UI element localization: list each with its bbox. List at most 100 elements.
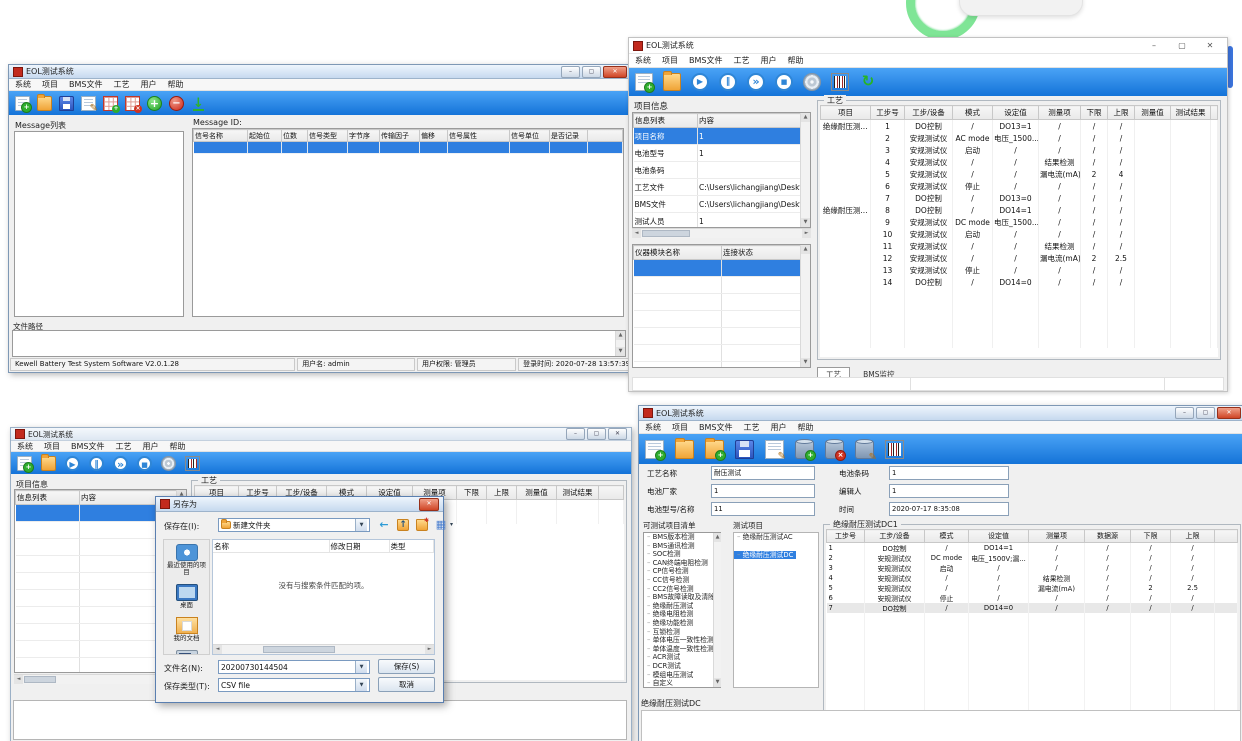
filetype-select[interactable]: CSV file ▼	[218, 678, 370, 692]
folder-icon[interactable]	[675, 440, 694, 459]
play-icon[interactable]	[691, 73, 709, 91]
column-header[interactable]: 测试结果	[1171, 106, 1211, 120]
table-row[interactable]: 3安规测试仪启动////	[821, 144, 1218, 156]
maximize-button[interactable]	[1169, 39, 1195, 52]
menu-item[interactable]: 用户	[760, 55, 776, 66]
newfolder-icon[interactable]	[416, 519, 428, 531]
title-bar[interactable]: EOL测试系统	[639, 406, 1242, 421]
menu-item[interactable]: 项目	[672, 422, 688, 433]
menu-item[interactable]: 系统	[17, 441, 33, 452]
menu-item[interactable]: 帮助	[169, 441, 185, 452]
column-header[interactable]: 测试结果	[557, 486, 599, 500]
column-header[interactable]: 信号属性	[448, 130, 510, 142]
place-item[interactable]: 我的文档	[164, 617, 209, 642]
menu-item[interactable]: 帮助	[167, 79, 183, 90]
message-list-box[interactable]	[14, 131, 184, 317]
table-row[interactable]: 绝缘耐压测...8DO控制/DO14=1///	[821, 204, 1218, 216]
menu-item[interactable]: BMS文件	[69, 79, 102, 90]
column-header[interactable]: 位数	[282, 130, 308, 142]
test-catalog-item[interactable]: BMS故障读取及清除	[644, 593, 720, 602]
minimize-button[interactable]	[1175, 407, 1194, 419]
column-header[interactable]: 工步号	[871, 106, 905, 120]
column-header[interactable]: 工步号	[827, 530, 865, 543]
field-input[interactable]: 1	[711, 484, 815, 498]
selected-test-item[interactable]: 绝缘耐压测试AC	[734, 533, 818, 542]
menu-item[interactable]: 帮助	[787, 55, 803, 66]
output-box[interactable]	[641, 710, 1241, 741]
folder-icon[interactable]	[41, 456, 56, 471]
test-catalog-item[interactable]: BMS版本检测	[644, 533, 720, 542]
new-doc-icon[interactable]	[635, 73, 653, 91]
table-row[interactable]: 6安规测试仪停止////	[821, 180, 1218, 192]
column-header[interactable]: 测量值	[517, 486, 557, 500]
column-header[interactable]: 信号单位	[510, 130, 550, 142]
table-row[interactable]: 测试人员1	[634, 213, 802, 229]
table-row[interactable]: 5安规测试仪//漏电流(mA)/22.5	[827, 583, 1238, 593]
table-row[interactable]: 3安规测试仪启动/////	[827, 563, 1238, 573]
table-row[interactable]: 7DO控制/DO14=0////	[827, 603, 1238, 613]
cancel-button[interactable]: 取消	[378, 677, 435, 692]
field-input[interactable]: 耐压测试	[711, 466, 815, 480]
close-button[interactable]	[1197, 39, 1223, 52]
table-row[interactable]: 5安规测试仪//漏电流(mA)24	[821, 168, 1218, 180]
menu-item[interactable]: 项目	[44, 441, 60, 452]
stop-icon[interactable]	[137, 456, 152, 471]
refresh-icon[interactable]	[859, 73, 877, 91]
column-header[interactable]: 是否记录	[550, 130, 588, 142]
pause-icon[interactable]	[719, 73, 737, 91]
vertical-scrollbar[interactable]	[615, 331, 625, 356]
table-row[interactable]: 9安规测试仪DC mode电压_1500...///	[821, 216, 1218, 228]
folder-icon[interactable]	[663, 73, 681, 91]
maximize-button[interactable]	[587, 428, 606, 440]
table-row[interactable]: 10安规测试仪启动////	[821, 228, 1218, 240]
save-button[interactable]: 保存(S)	[378, 659, 435, 674]
close-button[interactable]	[1217, 407, 1241, 419]
column-header[interactable]: 信息列表	[16, 491, 80, 505]
save-as-icon[interactable]	[81, 96, 96, 111]
menu-item[interactable]: 系统	[15, 79, 31, 90]
column-header[interactable]: 测量值	[1135, 106, 1171, 120]
place-item[interactable]: 桌面	[164, 584, 209, 609]
column-header[interactable]: 模式	[953, 106, 993, 120]
column-header[interactable]: 设定值	[969, 530, 1029, 543]
column-header[interactable]	[1215, 530, 1238, 543]
output-box[interactable]	[13, 700, 627, 740]
table-row[interactable]: 4安规测试仪//结果检测///	[827, 573, 1238, 583]
folder-icon[interactable]	[37, 96, 52, 111]
barcode-icon[interactable]	[885, 440, 904, 459]
db-edit-icon[interactable]	[855, 440, 874, 459]
table-row[interactable]: 1DO控制/DO14=1////	[827, 543, 1238, 554]
table-row[interactable]: 电池型号1	[634, 145, 802, 162]
test-catalog-item[interactable]: 绝缘电阻检测	[644, 610, 720, 619]
dropdown-arrow-icon[interactable]: ▼	[355, 519, 367, 531]
barcode-icon[interactable]	[185, 456, 200, 471]
cd-icon[interactable]	[803, 73, 821, 91]
folder-add-icon[interactable]	[705, 440, 724, 459]
table-row[interactable]: 项目名称1	[634, 128, 802, 145]
table-row[interactable]: 工艺文件C:\Users\lichangjiang\Desktop	[634, 179, 802, 196]
test-catalog-item[interactable]: 模组电压测试	[644, 671, 720, 680]
dialog-title-bar[interactable]: 另存为	[156, 497, 443, 512]
column-header[interactable]: 设定值	[993, 106, 1039, 120]
column-header[interactable]: 工步/设备	[865, 530, 925, 543]
column-header[interactable]: 信号名称	[194, 130, 248, 142]
test-catalog-item[interactable]: 互锁检测	[644, 628, 720, 637]
column-header[interactable]: 信息列表	[634, 114, 698, 128]
test-catalog-item[interactable]: CC信号检测	[644, 576, 720, 585]
column-header[interactable]: 项目	[821, 106, 871, 120]
column-header[interactable]: 类型	[389, 540, 434, 553]
column-header[interactable]: 内容	[698, 114, 802, 128]
table-row[interactable]: 2安规测试仪AC mode电压_1500...///	[821, 132, 1218, 144]
vertical-scrollbar[interactable]	[800, 245, 810, 367]
save-icon[interactable]	[735, 440, 754, 459]
cd-icon[interactable]	[161, 456, 176, 471]
table-row[interactable]: 电池条码	[634, 162, 802, 179]
pause-icon[interactable]	[89, 456, 104, 471]
horizontal-scrollbar[interactable]	[213, 644, 434, 654]
column-header[interactable]: 测量项	[1029, 530, 1085, 543]
menu-item[interactable]: 工艺	[113, 79, 129, 90]
save-icon[interactable]	[59, 96, 74, 111]
stop-icon[interactable]	[775, 73, 793, 91]
test-catalog-item[interactable]: BMS通讯检测	[644, 542, 720, 551]
close-button[interactable]	[419, 498, 439, 511]
